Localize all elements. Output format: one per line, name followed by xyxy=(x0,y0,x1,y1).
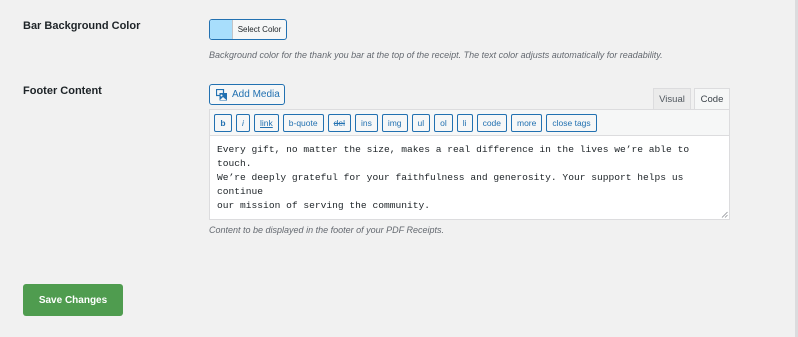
color-swatch xyxy=(210,20,233,39)
tab-visual[interactable]: Visual xyxy=(653,88,691,109)
tab-code[interactable]: Code xyxy=(694,88,730,109)
add-media-button[interactable]: Add Media xyxy=(209,84,285,105)
qt-ul-button[interactable]: ul xyxy=(411,113,431,132)
save-changes-button[interactable]: Save Changes xyxy=(23,284,123,316)
qt-ol-button[interactable]: ol xyxy=(434,113,453,132)
bar-background-color-label: Bar Background Color xyxy=(23,20,141,32)
footer-content-textarea[interactable]: Every gift, no matter the size, makes a … xyxy=(210,136,729,220)
qt-bold-button[interactable]: b xyxy=(214,113,232,132)
quicktags-toolbar: b i link b-quote del ins img ul ol li co… xyxy=(210,110,729,136)
settings-page: { "bar_background": { "label": "Bar Back… xyxy=(0,0,798,337)
select-color-button[interactable]: Select Color xyxy=(209,19,287,40)
bar-background-description: Background color for the thank you bar a… xyxy=(209,50,663,60)
qt-code-button[interactable]: code xyxy=(476,113,507,132)
qt-ins-button[interactable]: ins xyxy=(354,113,378,132)
qt-italic-button[interactable]: i xyxy=(236,113,250,132)
select-color-label: Select Color xyxy=(237,25,282,34)
qt-blockquote-button[interactable]: b-quote xyxy=(282,113,324,132)
add-media-label: Add Media xyxy=(232,89,280,100)
add-media-icon xyxy=(216,88,228,101)
qt-close-tags-button[interactable]: close tags xyxy=(546,113,597,132)
footer-content-description: Content to be displayed in the footer of… xyxy=(209,225,444,235)
qt-link-button[interactable]: link xyxy=(254,113,279,132)
qt-more-button[interactable]: more xyxy=(511,113,543,132)
resize-handle-icon[interactable] xyxy=(721,211,728,218)
qt-img-button[interactable]: img xyxy=(381,113,408,132)
qt-del-button[interactable]: del xyxy=(327,113,351,132)
footer-content-label: Footer Content xyxy=(23,85,102,97)
qt-li-button[interactable]: li xyxy=(456,113,473,132)
footer-content-editor: b i link b-quote del ins img ul ol li co… xyxy=(209,109,730,220)
